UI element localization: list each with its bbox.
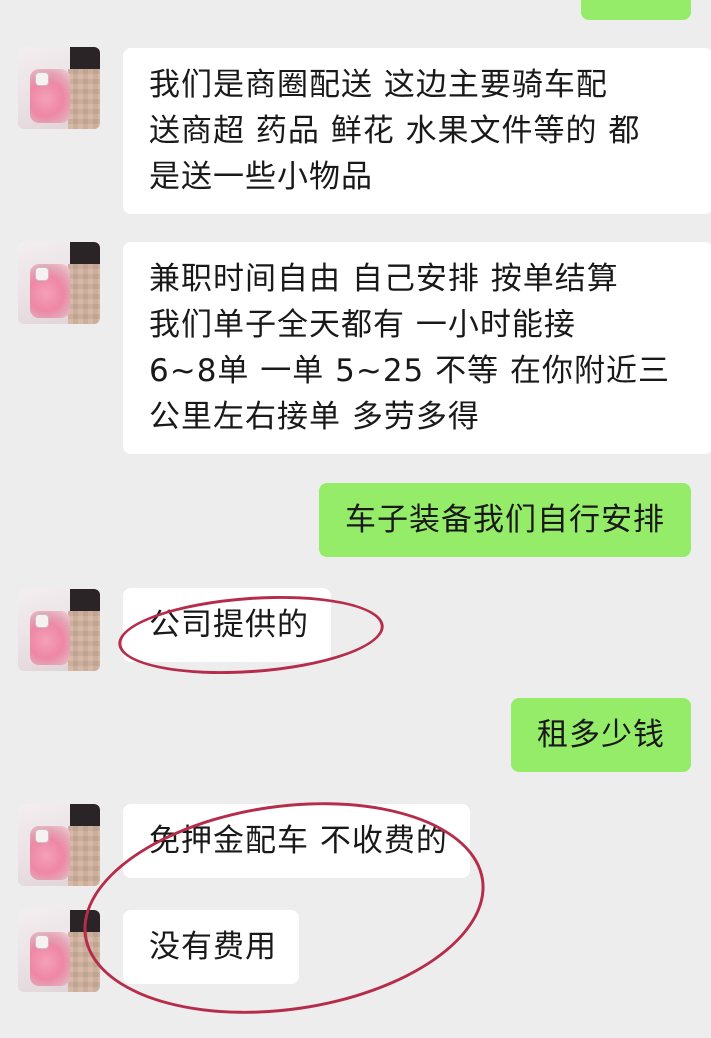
message-text: 车子装备我们自行安排 xyxy=(345,502,665,538)
message-text: 公司提供的 xyxy=(149,607,309,643)
message-bubble[interactable]: 车子装备我们自行安排 xyxy=(319,483,691,557)
message-text: 兼职时间自由 自己安排 按单结算 我们单子全天都有 一小时能接 6~8单 一单 … xyxy=(149,261,670,435)
message-text: 没有费用 xyxy=(149,929,277,965)
partial-outgoing-bubble xyxy=(581,0,691,20)
message-bubble[interactable]: 没有费用 xyxy=(123,910,299,984)
message-bubble[interactable]: 兼职时间自由 自己安排 按单结算 我们单子全天都有 一小时能接 6~8单 一单 … xyxy=(123,242,711,454)
message-bubble[interactable]: 租多少钱 xyxy=(511,698,691,772)
message-text: 租多少钱 xyxy=(537,717,665,753)
contact-avatar-icon[interactable] xyxy=(18,910,100,992)
message-text: 免押金配车 不收费的 xyxy=(149,823,448,859)
message-bubble[interactable]: 免押金配车 不收费的 xyxy=(123,804,470,878)
contact-avatar-icon[interactable] xyxy=(18,242,100,324)
contact-avatar-icon[interactable] xyxy=(18,804,100,886)
message-bubble[interactable]: 我们是商圈配送 这边主要骑车配 送商超 药品 鲜花 水果文件等的 都 是送一些小… xyxy=(123,48,711,214)
contact-avatar-icon[interactable] xyxy=(18,589,100,671)
message-bubble[interactable]: 公司提供的 xyxy=(123,588,331,662)
contact-avatar-icon[interactable] xyxy=(18,47,100,129)
message-text: 我们是商圈配送 这边主要骑车配 送商超 药品 鲜花 水果文件等的 都 是送一些小… xyxy=(149,67,641,195)
